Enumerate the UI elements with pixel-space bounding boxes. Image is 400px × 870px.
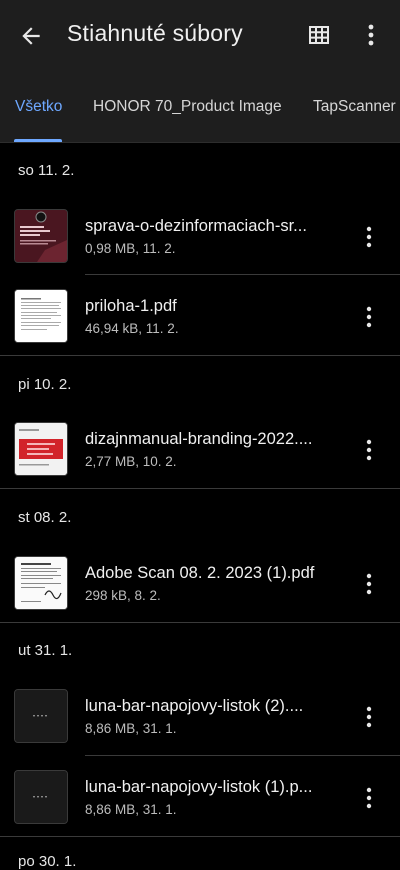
file-name: Adobe Scan 08. 2. 2023 (1).pdf — [85, 564, 315, 582]
file-name: luna-bar-napojovy-listok (2).... — [85, 697, 304, 715]
more-vert-icon[interactable] — [360, 22, 382, 48]
more-vert-icon[interactable] — [358, 705, 380, 729]
more-vert-icon[interactable] — [358, 572, 380, 596]
top-app-bar: Stiahnuté súbory — [0, 0, 400, 70]
file-meta: 298 kB, 8. 2. — [85, 588, 161, 603]
more-vert-icon[interactable] — [358, 438, 380, 462]
file-thumbnail — [14, 422, 68, 476]
section-divider — [0, 488, 400, 489]
tab-bar: Všetko HONOR 70_Product Image TapScanner — [0, 70, 400, 143]
tab-all[interactable]: Všetko — [15, 98, 62, 116]
file-meta: 8,86 MB, 31. 1. — [85, 802, 177, 817]
file-row[interactable]: luna-bar-napojovy-listok (1).p... 8,86 M… — [0, 756, 400, 836]
tab-honor-70-product-image[interactable]: HONOR 70_Product Image — [93, 98, 282, 116]
date-section-header: st 08. 2. — [18, 509, 72, 526]
arrow-back-icon[interactable] — [18, 23, 44, 49]
file-thumbnail — [14, 289, 68, 343]
file-row[interactable]: luna-bar-napojovy-listok (2).... 8,86 MB… — [0, 675, 400, 755]
file-meta: 0,98 MB, 11. 2. — [85, 241, 176, 256]
file-name: priloha-1.pdf — [85, 297, 177, 315]
date-section-header: so 11. 2. — [18, 162, 75, 179]
file-thumbnail — [14, 770, 68, 824]
file-meta: 8,86 MB, 31. 1. — [85, 721, 177, 736]
file-meta: 2,77 MB, 10. 2. — [85, 454, 177, 469]
file-name: luna-bar-napojovy-listok (1).p... — [85, 778, 313, 796]
more-vert-icon[interactable] — [358, 305, 380, 329]
file-row[interactable]: priloha-1.pdf 46,94 kB, 11. 2. — [0, 275, 400, 355]
file-name: sprava-o-dezinformaciach-sr... — [85, 217, 307, 235]
section-divider — [0, 355, 400, 356]
file-row[interactable]: sprava-o-dezinformaciach-sr... 0,98 MB, … — [0, 195, 400, 275]
file-meta: 46,94 kB, 11. 2. — [85, 321, 179, 336]
date-section-header: pi 10. 2. — [18, 376, 72, 393]
active-tab-indicator — [14, 139, 62, 142]
file-name: dizajnmanual-branding-2022.... — [85, 430, 313, 448]
file-thumbnail — [14, 689, 68, 743]
section-divider — [0, 836, 400, 837]
more-vert-icon[interactable] — [358, 786, 380, 810]
more-vert-icon[interactable] — [358, 225, 380, 249]
date-section-header: ut 31. 1. — [18, 642, 73, 659]
file-thumbnail — [14, 556, 68, 610]
date-section-header: po 30. 1. — [18, 853, 77, 870]
file-row[interactable]: dizajnmanual-branding-2022.... 2,77 MB, … — [0, 408, 400, 488]
tab-tapscanner[interactable]: TapScanner — [313, 98, 396, 116]
grid-view-icon[interactable] — [307, 23, 331, 47]
file-thumbnail — [14, 209, 68, 263]
page-title: Stiahnuté súbory — [67, 20, 243, 46]
section-divider — [0, 622, 400, 623]
file-row[interactable]: Adobe Scan 08. 2. 2023 (1).pdf 298 kB, 8… — [0, 542, 400, 622]
